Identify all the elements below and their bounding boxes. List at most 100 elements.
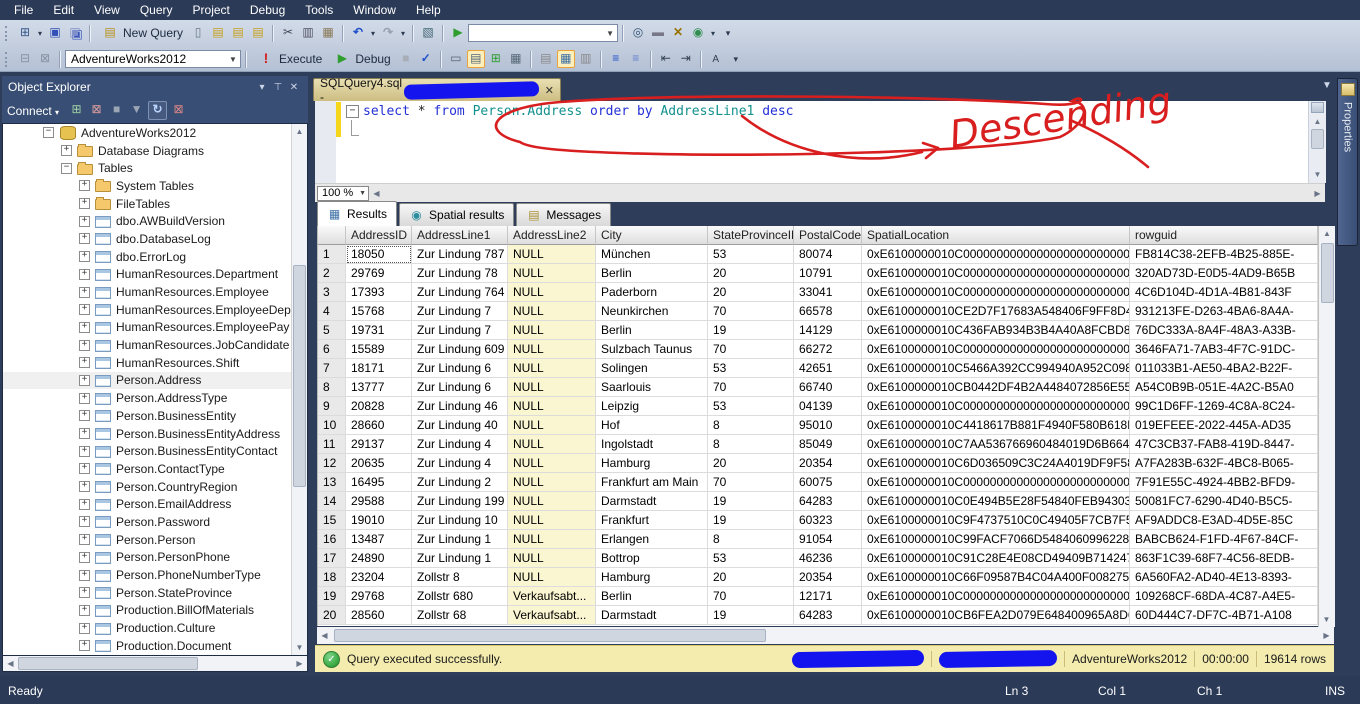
tree-node-humanresources-shift[interactable]: +HumanResources.Shift <box>3 354 307 372</box>
data-cell[interactable]: 16495 <box>346 473 412 492</box>
expand-icon[interactable]: + <box>79 428 90 439</box>
expand-icon[interactable]: + <box>79 216 90 227</box>
data-cell[interactable]: 0xE6100000010C99FACF7066D548406099622825… <box>862 530 1130 549</box>
expand-icon[interactable]: + <box>79 304 90 315</box>
data-cell[interactable]: 20 <box>708 568 794 587</box>
row-number-cell[interactable]: 20 <box>318 606 346 625</box>
data-cell[interactable]: 7F91E55C-4924-4BB2-BFD9- <box>1130 473 1318 492</box>
data-cell[interactable]: 0xE6100000010C5466A392CC994940A952C09864… <box>862 359 1130 378</box>
data-cell[interactable]: Paderborn <box>596 283 708 302</box>
column-header-spatiallocation[interactable]: SpatialLocation <box>862 226 1130 245</box>
data-cell[interactable]: 47C3CB37-FAB8-419D-8447- <box>1130 435 1318 454</box>
row-number-cell[interactable]: 7 <box>318 359 346 378</box>
data-cell[interactable]: 6A560FA2-AD40-4E13-8393- <box>1130 568 1318 587</box>
data-cell[interactable]: Zollstr 68 <box>412 606 508 625</box>
data-cell[interactable]: 19 <box>708 492 794 511</box>
data-cell[interactable]: 20354 <box>794 568 862 587</box>
data-cell[interactable]: NULL <box>508 283 596 302</box>
estimated-plan-icon[interactable] <box>419 24 437 42</box>
mdx-query-icon[interactable] <box>209 24 227 42</box>
object-explorer-titlebar[interactable]: Object Explorer ▾ ⊤ ✕ <box>2 76 308 98</box>
data-cell[interactable]: 20635 <box>346 454 412 473</box>
data-cell[interactable]: Darmstadt <box>596 606 708 625</box>
data-cell[interactable]: NULL <box>508 454 596 473</box>
tab-spatial-results[interactable]: Spatial results <box>399 203 514 226</box>
row-number-cell[interactable]: 4 <box>318 302 346 321</box>
overflow-icon[interactable] <box>727 50 745 68</box>
data-cell[interactable]: 0xE6100000010C4418617B881F4940F580B618B1… <box>862 416 1130 435</box>
expand-icon[interactable]: + <box>79 251 90 262</box>
data-cell[interactable]: 53 <box>708 359 794 378</box>
data-cell[interactable]: 109268CF-68DA-4C87-A4E5- <box>1130 587 1318 606</box>
data-cell[interactable]: Zur Lindung 764 <box>412 283 508 302</box>
data-cell[interactable]: 18050 <box>346 245 412 264</box>
column-header-addressid[interactable]: AddressID <box>346 226 412 245</box>
data-cell[interactable]: 70 <box>708 340 794 359</box>
expand-icon[interactable]: + <box>61 145 72 156</box>
collapse-icon[interactable]: − <box>43 127 54 138</box>
data-cell[interactable]: 91054 <box>794 530 862 549</box>
column-header-addressline2[interactable]: AddressLine2 <box>508 226 596 245</box>
tree-node-person-contacttype[interactable]: +Person.ContactType <box>3 460 307 478</box>
data-cell[interactable]: 8 <box>708 435 794 454</box>
actual-plan-icon[interactable] <box>507 50 525 68</box>
data-cell[interactable]: 19731 <box>346 321 412 340</box>
row-number-cell[interactable]: 5 <box>318 321 346 340</box>
data-cell[interactable]: 66578 <box>794 302 862 321</box>
close-icon[interactable]: ✕ <box>286 82 302 93</box>
hscroll-right-arrow[interactable]: ▶ <box>1310 186 1325 201</box>
tree-node-humanresources-jobcandidate[interactable]: +HumanResources.JobCandidate <box>3 336 307 354</box>
data-cell[interactable]: 10791 <box>794 264 862 283</box>
row-number-cell[interactable]: 19 <box>318 587 346 606</box>
data-cell[interactable]: 20 <box>708 454 794 473</box>
data-cell[interactable]: Zur Lindung 199 <box>412 492 508 511</box>
data-cell[interactable]: 46236 <box>794 549 862 568</box>
data-cell[interactable]: 931213FE-D263-4BA6-8A4A- <box>1130 302 1318 321</box>
menu-debug[interactable]: Debug <box>240 0 295 20</box>
parse-icon[interactable] <box>417 50 435 68</box>
data-cell[interactable]: NULL <box>508 435 596 454</box>
redo-icon[interactable] <box>379 24 397 42</box>
data-cell[interactable]: 53 <box>708 549 794 568</box>
execute-button[interactable]: Execute <box>251 50 327 68</box>
data-cell[interactable]: 13487 <box>346 530 412 549</box>
row-number-cell[interactable]: 3 <box>318 283 346 302</box>
expand-icon[interactable]: + <box>79 623 90 634</box>
data-cell[interactable]: Berlin <box>596 587 708 606</box>
browser-icon[interactable] <box>689 24 707 42</box>
data-cell[interactable]: 33041 <box>794 283 862 302</box>
menu-window[interactable]: Window <box>343 0 406 20</box>
data-cell[interactable]: 70 <box>708 302 794 321</box>
data-cell[interactable]: 60075 <box>794 473 862 492</box>
data-cell[interactable]: NULL <box>508 530 596 549</box>
menu-project[interactable]: Project <box>183 0 240 20</box>
tree-node-humanresources-employeepay[interactable]: +HumanResources.EmployeePay <box>3 319 307 337</box>
data-cell[interactable]: 20 <box>708 264 794 283</box>
results-grid-icon[interactable] <box>557 50 575 68</box>
data-cell[interactable]: NULL <box>508 397 596 416</box>
data-cell[interactable]: 80074 <box>794 245 862 264</box>
row-number-cell[interactable]: 13 <box>318 473 346 492</box>
row-number-cell[interactable]: 15 <box>318 511 346 530</box>
panel-menu-icon[interactable]: ▾ <box>254 82 270 93</box>
dropdown-arrow-icon[interactable]: ▾ <box>398 29 408 38</box>
oe-connect-icon[interactable] <box>68 101 85 118</box>
expand-icon[interactable]: + <box>79 446 90 457</box>
expand-icon[interactable]: + <box>79 357 90 368</box>
menu-tools[interactable]: Tools <box>295 0 343 20</box>
data-cell[interactable]: 64283 <box>794 492 862 511</box>
tree-node-system-tables[interactable]: +System Tables <box>3 177 307 195</box>
menu-view[interactable]: View <box>84 0 130 20</box>
document-tab[interactable]: SQLQuery4.sql - ✕ <box>313 78 561 101</box>
tree-node-person-stateprovince[interactable]: +Person.StateProvince <box>3 584 307 602</box>
data-cell[interactable]: 3646FA71-7AB3-4F7C-91DC- <box>1130 340 1318 359</box>
data-cell[interactable]: 64283 <box>794 606 862 625</box>
data-cell[interactable]: 8 <box>708 530 794 549</box>
data-cell[interactable]: 019EFEEE-2022-445A-AD35 <box>1130 416 1318 435</box>
data-cell[interactable]: 4C6D104D-4D1A-4B81-843F <box>1130 283 1318 302</box>
data-cell[interactable]: 0xE6100000010C91C28E4E08CD49409B7142479E… <box>862 549 1130 568</box>
data-cell[interactable]: 70 <box>708 473 794 492</box>
grid-corner-header[interactable] <box>318 226 346 245</box>
paste-icon[interactable] <box>319 24 337 42</box>
data-cell[interactable]: 29137 <box>346 435 412 454</box>
